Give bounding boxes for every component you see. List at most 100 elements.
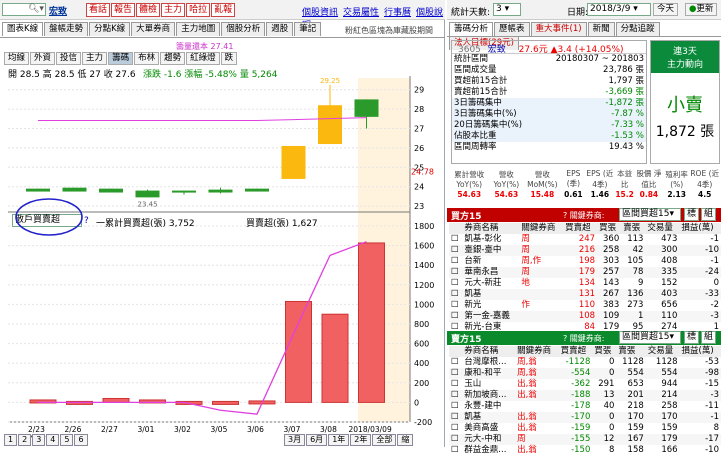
buy-group-button[interactable]: 組	[701, 208, 717, 221]
period-button-0[interactable]: 3月	[284, 434, 306, 446]
treasury-note: 粉紅色區塊為庫藏股期間	[345, 26, 433, 35]
top-button-2[interactable]: 體檢	[136, 3, 161, 17]
sell-mark-button[interactable]: 標	[684, 331, 700, 344]
table-row[interactable]: ☐ 第一金-嘉義 108 109 1 110 -3	[449, 311, 721, 322]
buy-filter-select[interactable]: 區間買超15▾	[619, 208, 681, 221]
period-button-1[interactable]: 6月	[306, 434, 328, 446]
table-row[interactable]: ☐ 台新 周,作 198 303 105 408 -1	[449, 256, 721, 267]
row-cell[interactable]: 康和-和平	[462, 368, 515, 379]
today-button[interactable]: 今天	[653, 3, 679, 16]
period-button-4[interactable]: 全部	[372, 434, 397, 446]
buy-mark-button[interactable]: 標	[684, 208, 700, 221]
row-checkbox[interactable]: ☐	[449, 300, 462, 311]
page-button-0[interactable]: 1	[4, 434, 18, 446]
days-select[interactable]: 3 ▾	[493, 3, 521, 16]
top-button-5[interactable]: 亂報	[211, 3, 236, 17]
row-checkbox[interactable]: ☐	[449, 245, 462, 256]
row-checkbox[interactable]: ☐	[449, 289, 462, 300]
max-label: 29.25	[320, 77, 340, 85]
period-button-2[interactable]: 1年	[328, 434, 350, 446]
table-row[interactable]: ☐ 台灣摩根... 周,翁 -1128 0 1128 1128 -53	[449, 357, 721, 368]
table-row[interactable]: ☐ 華南永昌周 179 257 78 335 -24	[449, 267, 721, 278]
page-button-3[interactable]: 4	[46, 434, 60, 446]
chart-tab-6[interactable]: 週股	[266, 22, 294, 36]
row-checkbox[interactable]: ☐	[449, 234, 462, 245]
table-row[interactable]: ☐ 元大-中和周 -155 12 167 179 -17	[449, 434, 721, 445]
chart-tab-1[interactable]: 盤帳走勢	[44, 22, 89, 36]
page-button-4[interactable]: 5	[60, 434, 74, 446]
row-cell[interactable]: 凱基	[462, 412, 515, 423]
period-button-3[interactable]: 2年	[350, 434, 372, 446]
row-checkbox[interactable]: ☐	[449, 368, 462, 379]
table-row[interactable]: ☐ 永豐-建中 -178 40 218 258 -11	[449, 401, 721, 412]
top-button-0[interactable]: 看話	[86, 3, 111, 17]
analysis-tab-4[interactable]: 分點追蹤	[615, 22, 660, 36]
sell-filter-select[interactable]: 區間買超15▾	[619, 331, 681, 344]
chart-tab-4[interactable]: 主力地圖	[176, 22, 221, 36]
chart-tab-3[interactable]: 大單券商	[131, 22, 176, 36]
page-button-2[interactable]: 3	[32, 434, 46, 446]
chart-tab-5[interactable]: 個股分析	[221, 22, 266, 36]
row-cell: 143	[603, 278, 620, 288]
row-cell[interactable]: 華南永昌	[462, 267, 519, 278]
table-row[interactable]: ☐ 新光作 110 383 273 656 -2	[449, 300, 721, 311]
row-checkbox[interactable]: ☐	[449, 267, 462, 278]
info-link-2[interactable]: 行事曆	[384, 8, 411, 18]
row-checkbox[interactable]: ☐	[449, 311, 462, 322]
row-cell[interactable]: 新光	[462, 300, 519, 311]
row-checkbox[interactable]: ☐	[449, 434, 462, 445]
row-cell[interactable]: 凱基	[462, 289, 519, 300]
row-checkbox[interactable]: ☐	[449, 256, 462, 267]
row-checkbox[interactable]: ☐	[449, 401, 462, 412]
row-checkbox[interactable]: ☐	[449, 390, 462, 401]
table-row[interactable]: ☐ 康和-和平 周,翁 -554 0 554 554 -98	[449, 368, 721, 379]
row-checkbox[interactable]: ☐	[449, 379, 462, 390]
analysis-tab-2[interactable]: 重大事件(1)	[530, 22, 587, 36]
row-cell: 214	[661, 390, 678, 400]
search-icon[interactable]: 🔍︎▾	[28, 4, 44, 14]
row-cell: 303	[603, 256, 620, 266]
analysis-tab-3[interactable]: 新聞	[587, 22, 615, 36]
stock-name-link[interactable]: 宏致	[49, 4, 67, 17]
table-row[interactable]: ☐ 美商高盛 出,翁 -159 0 159 159 8	[449, 423, 721, 434]
table-row[interactable]: ☐ 凱基 出,翁 -170 0 170 170 -1	[449, 412, 721, 423]
sell-group-button[interactable]: 組	[701, 331, 717, 344]
row-cell[interactable]: 凱基-彰化	[462, 234, 519, 245]
analysis-tab-1[interactable]: 歷帳表	[494, 22, 530, 36]
top-button-1[interactable]: 報告	[111, 3, 136, 17]
page-button-5[interactable]: 6	[74, 434, 88, 446]
table-row[interactable]: ☐ 新加坡商... 出,翁 -188 13 201 214 -3	[449, 390, 721, 401]
row-cell[interactable]: 美商高盛	[462, 423, 515, 434]
row-cell[interactable]: 台灣摩根...	[462, 357, 515, 368]
table-row[interactable]: ☐ 元大-新莊地 134 143 9 152 0	[449, 278, 721, 289]
info-link-0[interactable]: 個股資訊	[302, 8, 338, 18]
chart-tab-2[interactable]: 分點K線	[89, 22, 131, 36]
row-cell[interactable]: 元大-新莊	[462, 278, 519, 289]
row-cell[interactable]: 新加坡商...	[462, 390, 515, 401]
row-cell[interactable]: 玉山	[462, 379, 515, 390]
row-checkbox[interactable]: ☐	[449, 357, 462, 368]
table-row[interactable]: ☐ 凱基 131 267 136 403 -33	[449, 289, 721, 300]
table-row[interactable]: ☐ 臺銀-臺中周 216 258 42 300 -10	[449, 245, 721, 256]
row-cell[interactable]: 台新	[462, 256, 519, 267]
chart-tab-0[interactable]: 圖表K線	[2, 22, 44, 36]
info-link-1[interactable]: 交易屬性	[343, 8, 379, 18]
top-button-3[interactable]: 主力	[161, 3, 186, 17]
chart-tab-7[interactable]: 筆記	[294, 22, 322, 36]
row-checkbox[interactable]: ☐	[449, 278, 462, 289]
period-button-5[interactable]: 縮	[397, 434, 414, 446]
date-picker[interactable]: 2018/3/9 ▾	[587, 3, 651, 16]
row-cell[interactable]: 永豐-建中	[462, 401, 515, 412]
row-cell[interactable]: 元大-中和	[462, 434, 515, 445]
refresh-button[interactable]: ●更新	[685, 3, 718, 16]
table-row[interactable]: ☐ 玉山 出,翁 -362 291 653 944 -15	[449, 379, 721, 390]
analysis-tab-0[interactable]: 籌碼分析	[449, 22, 494, 36]
stock-name[interactable]: 宏致	[488, 45, 506, 55]
table-row[interactable]: ☐ 凱基-彰化周 247 360 113 473 -1	[449, 234, 721, 245]
row-cell[interactable]: 臺銀-臺中	[462, 245, 519, 256]
row-checkbox[interactable]: ☐	[449, 423, 462, 434]
top-button-4[interactable]: 哈拉	[186, 3, 211, 17]
page-button-1[interactable]: 2	[18, 434, 32, 446]
row-checkbox[interactable]: ☐	[449, 412, 462, 423]
row-cell[interactable]: 第一金-嘉義	[462, 311, 519, 322]
